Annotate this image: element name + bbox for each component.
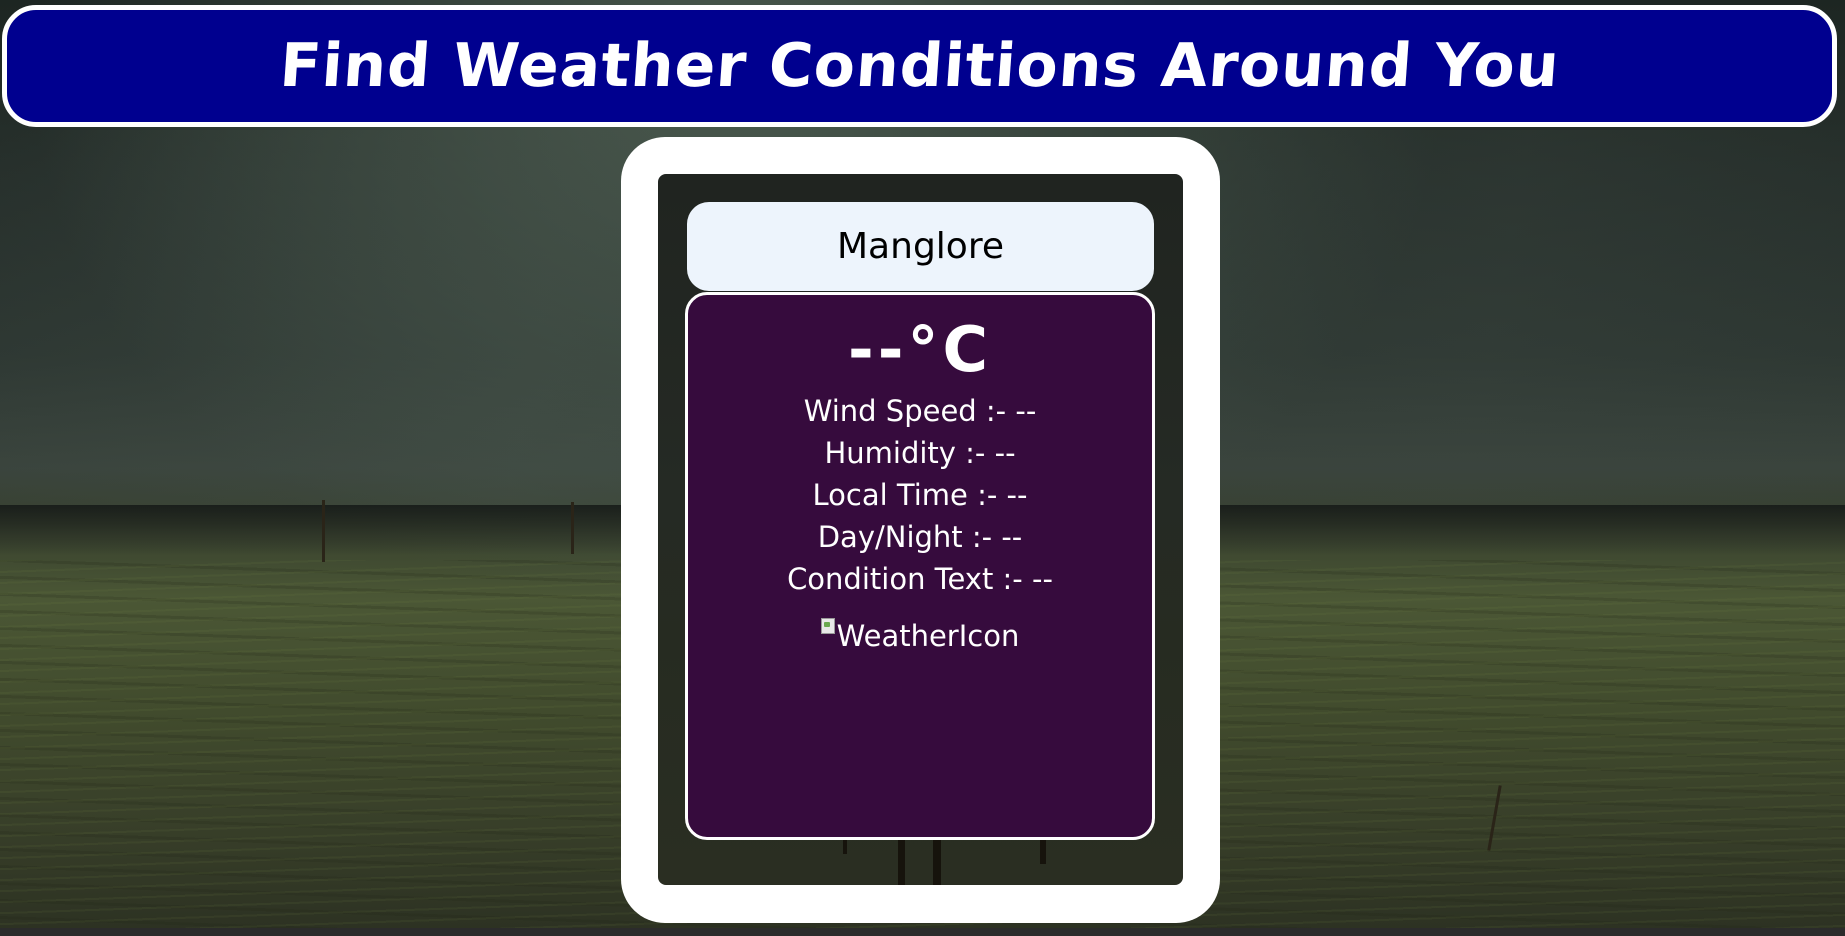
condition-text: Condition Text :- -- (787, 562, 1053, 596)
weather-card: Manglore --°C Wind Speed :- -- Humidity … (621, 137, 1220, 923)
weather-icon: WeatherIcon (820, 618, 1020, 654)
weather-details-list: Wind Speed :- -- Humidity :- -- Local Ti… (688, 390, 1152, 600)
utility-pole (571, 502, 574, 554)
weather-icon-alt-text: WeatherIcon (836, 619, 1020, 653)
bottom-edge-bar (0, 928, 1845, 936)
local-time-text: Local Time :- -- (812, 478, 1028, 512)
wind-speed-text: Wind Speed :- -- (803, 394, 1037, 428)
page-title: Find Weather Conditions Around You (277, 31, 1562, 101)
app-header: Find Weather Conditions Around You (2, 5, 1837, 127)
weather-card-inner: Manglore --°C Wind Speed :- -- Humidity … (658, 174, 1183, 885)
broken-image-icon (820, 618, 835, 634)
weather-info-panel: --°C Wind Speed :- -- Humidity :- -- Loc… (685, 292, 1155, 840)
city-input[interactable]: Manglore (687, 202, 1154, 291)
day-night-text: Day/Night :- -- (817, 520, 1023, 554)
temperature-value: --°C (848, 313, 992, 386)
humidity-text: Humidity :- -- (824, 436, 1016, 470)
utility-pole (322, 500, 325, 562)
